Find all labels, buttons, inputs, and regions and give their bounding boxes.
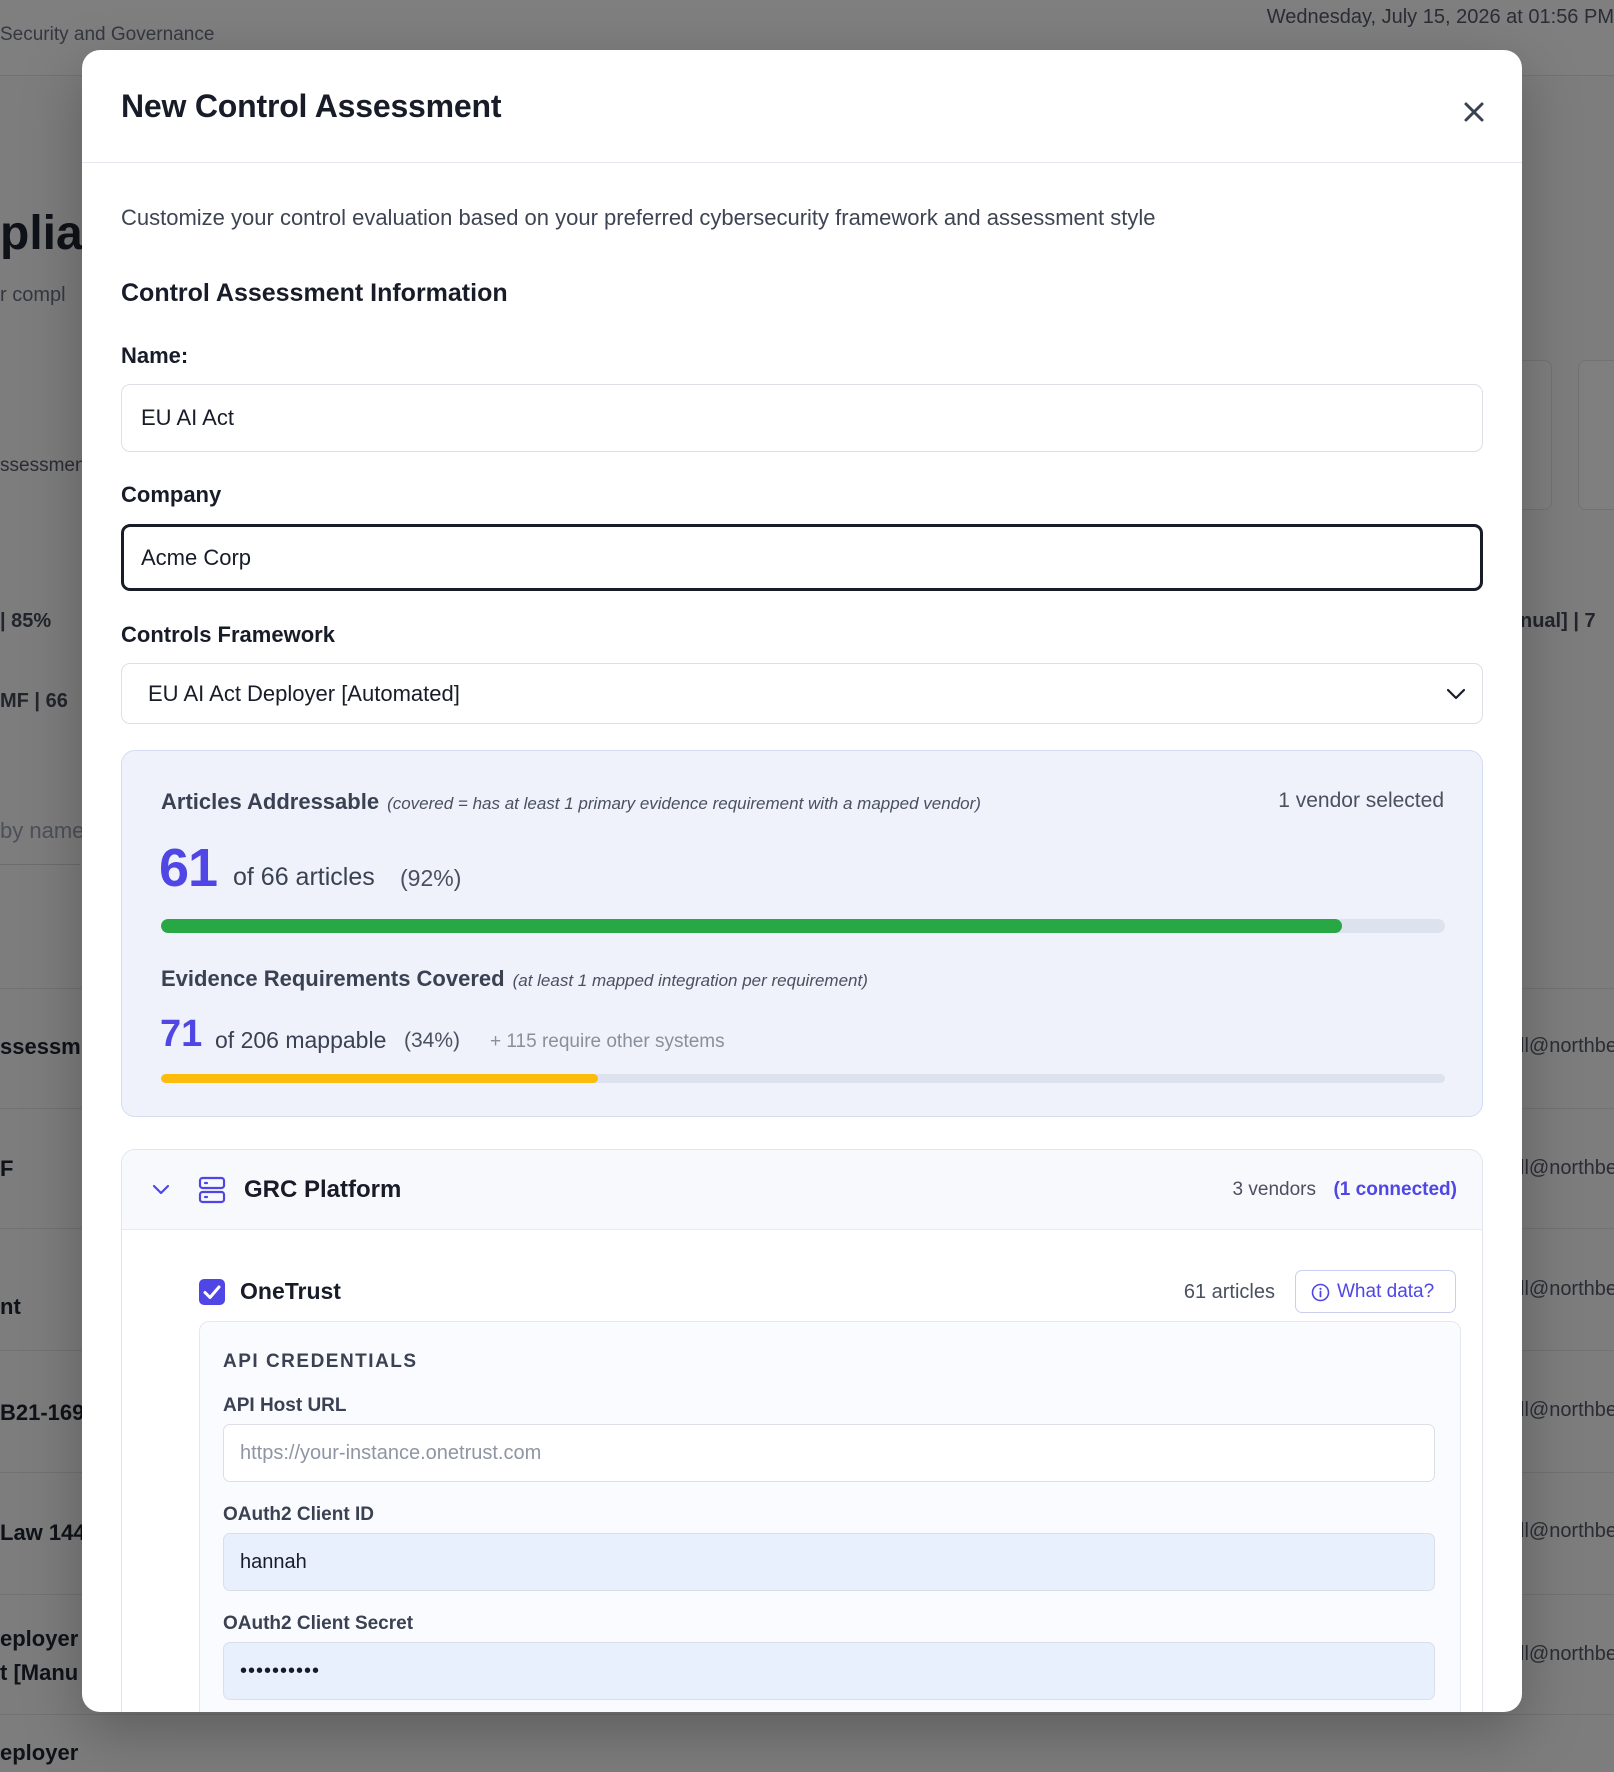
evidence-percent: (34%) bbox=[404, 1029, 461, 1052]
category-vendor-count: 3 vendors bbox=[1232, 1179, 1316, 1200]
articles-count: 61 bbox=[159, 838, 218, 898]
client-secret-input[interactable] bbox=[223, 1642, 1435, 1700]
evidence-total: of 206 mappable bbox=[215, 1027, 387, 1053]
section-title: Control Assessment Information bbox=[121, 279, 508, 307]
category-header[interactable]: GRC Platform 3 vendors (1 connected) bbox=[122, 1150, 1482, 1230]
category-title: GRC Platform bbox=[244, 1176, 402, 1203]
company-label: Company bbox=[121, 482, 222, 507]
evidence-count: 71 bbox=[160, 1013, 203, 1055]
evidence-progress-fill bbox=[161, 1074, 598, 1083]
host-url-label: API Host URL bbox=[223, 1395, 347, 1416]
what-data-label: What data? bbox=[1337, 1281, 1435, 1302]
evidence-title: Evidence Requirements Covered bbox=[161, 966, 505, 991]
onetrust-checkbox[interactable] bbox=[199, 1279, 225, 1305]
evidence-progress-bar bbox=[161, 1074, 1445, 1083]
vendors-selected: 1 vendor selected bbox=[1278, 789, 1444, 812]
close-button[interactable] bbox=[1452, 90, 1496, 134]
framework-select[interactable]: EU AI Act Deployer [Automated] bbox=[121, 663, 1483, 724]
vendor-name[interactable]: OneTrust bbox=[240, 1278, 341, 1305]
new-assessment-modal: New Control Assessment Customize your co… bbox=[82, 50, 1522, 1712]
vendor-category-grc: GRC Platform 3 vendors (1 connected) One… bbox=[121, 1149, 1483, 1712]
api-credentials-panel: API CREDENTIALS API Host URL OAuth2 Clie… bbox=[199, 1321, 1461, 1712]
articles-note: (covered = has at least 1 primary eviden… bbox=[387, 794, 981, 813]
articles-total: of 66 articles bbox=[233, 863, 375, 891]
modal-header: New Control Assessment bbox=[82, 50, 1522, 163]
name-label: Name: bbox=[121, 343, 189, 368]
evidence-heading: Evidence Requirements Covered (at least 1… bbox=[161, 966, 868, 992]
coverage-summary: Articles Addressable (covered = has at le… bbox=[121, 750, 1483, 1117]
vendor-article-count: 61 articles bbox=[1183, 1281, 1275, 1303]
articles-progress-bar bbox=[161, 919, 1445, 933]
credentials-title: API CREDENTIALS bbox=[223, 1351, 418, 1372]
articles-percent: (92%) bbox=[400, 865, 462, 891]
articles-title: Articles Addressable bbox=[161, 789, 380, 814]
close-icon bbox=[1464, 102, 1484, 122]
category-connected-count: (1 connected) bbox=[1333, 1179, 1457, 1200]
framework-label: Controls Framework bbox=[121, 622, 335, 647]
checkmark-icon bbox=[203, 1285, 221, 1299]
name-input[interactable] bbox=[121, 384, 1483, 452]
framework-select-value: EU AI Act Deployer [Automated] bbox=[148, 681, 460, 706]
client-secret-label: OAuth2 Client Secret bbox=[223, 1613, 414, 1634]
modal-description: Customize your control evaluation based … bbox=[121, 205, 1156, 230]
info-icon bbox=[1311, 1283, 1330, 1302]
chevron-down-icon bbox=[152, 1184, 170, 1195]
modal-title: New Control Assessment bbox=[121, 88, 502, 124]
what-data-button[interactable]: What data? bbox=[1295, 1270, 1456, 1313]
company-input[interactable] bbox=[121, 524, 1483, 591]
client-id-input[interactable] bbox=[223, 1533, 1435, 1591]
server-icon bbox=[198, 1176, 226, 1204]
chevron-down-icon bbox=[1446, 688, 1466, 700]
evidence-other-systems: + 115 require other systems bbox=[490, 1031, 725, 1052]
client-id-label: OAuth2 Client ID bbox=[223, 1504, 374, 1525]
articles-heading: Articles Addressable (covered = has at le… bbox=[161, 789, 981, 815]
evidence-note: (at least 1 mapped integration per requi… bbox=[512, 971, 868, 990]
articles-progress-fill bbox=[161, 919, 1343, 933]
host-url-input[interactable] bbox=[223, 1424, 1435, 1482]
